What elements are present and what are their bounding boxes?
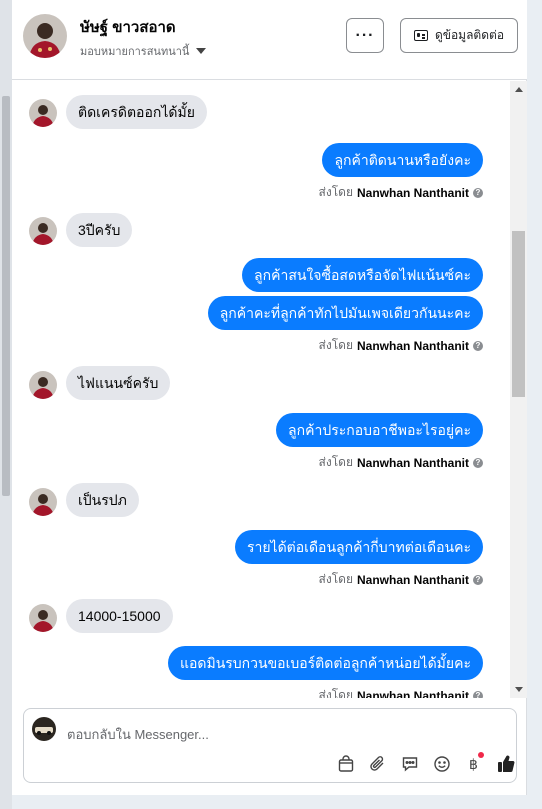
- paperclip-icon[interactable]: [366, 752, 390, 776]
- sent-by-prefix: ส่งโดย: [318, 338, 353, 352]
- contact-avatar-small[interactable]: [29, 371, 57, 399]
- outgoing-message-bubble[interactable]: ลูกค้าคะที่ลูกค้าทักไปมันเพจเดียวกันนะคะ: [207, 296, 483, 330]
- incoming-message-bubble[interactable]: ติดเครดิตออกได้มั้ย: [66, 95, 207, 129]
- help-icon[interactable]: ?: [473, 457, 483, 468]
- outgoing-message-bubble[interactable]: ลูกค้าสนใจซื้อสดหรือจัดไฟแน้นซ์คะ: [242, 258, 483, 292]
- sent-by-label: ส่งโดย Nanwhan Nanthanit?: [319, 570, 483, 589]
- contact-card-icon: [413, 30, 428, 41]
- sent-by-prefix: ส่งโดย: [318, 185, 353, 199]
- conversation-header: ษัษฐ์ ขาวสอาด มอบหมายการสนทนานี้ ··· ดูข…: [12, 0, 527, 80]
- page-avatar: [32, 717, 56, 741]
- incoming-message-bubble[interactable]: 3ปีครับ: [66, 213, 133, 247]
- sent-by-prefix: ส่งโดย: [318, 688, 353, 698]
- scroll-down-arrow-icon[interactable]: [515, 687, 523, 692]
- like-icon[interactable]: [494, 752, 518, 776]
- reply-input[interactable]: ตอบกลับใน Messenger...: [67, 724, 209, 745]
- outgoing-message-bubble[interactable]: แอดมินรบกวนขอเบอร์ติดต่อลูกค้าหน่อยได้มั…: [167, 646, 483, 680]
- outgoing-message-bubble[interactable]: ลูกค้าติดนานหรือยังคะ: [322, 143, 483, 177]
- assign-conversation-label: มอบหมายการสนทนานี้: [80, 46, 190, 58]
- incoming-message-bubble[interactable]: เป็นรปภ: [66, 483, 139, 517]
- saved-reply-icon[interactable]: [398, 752, 422, 776]
- notification-dot: [478, 752, 484, 758]
- message-thread[interactable]: ติดเครดิตออกได้มั้ย ลูกค้าติดนานหรือยังค…: [12, 81, 527, 698]
- conversation-panel: ษัษฐ์ ขาวสอาด มอบหมายการสนทนานี้ ··· ดูข…: [12, 0, 527, 795]
- sender-name: Nanwhan Nanthanit: [356, 455, 469, 470]
- sent-by-prefix: ส่งโดย: [318, 572, 353, 586]
- contact-avatar-small[interactable]: [29, 99, 57, 127]
- sender-name: Nanwhan Nanthanit: [356, 688, 469, 699]
- emoji-icon[interactable]: [430, 752, 454, 776]
- help-icon[interactable]: ?: [473, 574, 483, 585]
- contact-avatar-small[interactable]: [29, 217, 57, 245]
- sender-name: Nanwhan Nanthanit: [356, 185, 469, 200]
- contact-avatar[interactable]: [23, 14, 67, 58]
- contact-name[interactable]: ษัษฐ์ ขาวสอาด: [80, 15, 176, 39]
- shopping-bag-icon[interactable]: [334, 752, 358, 776]
- left-scrollbar-thumb[interactable]: [2, 96, 10, 496]
- message-composer[interactable]: ตอบกลับใน Messenger... ฿: [23, 708, 517, 783]
- thread-scrollbar[interactable]: [510, 81, 527, 698]
- sent-by-label: ส่งโดย Nanwhan Nanthanit?: [319, 453, 483, 472]
- incoming-message-bubble[interactable]: 14000-15000: [66, 599, 173, 633]
- caret-down-icon: [196, 48, 207, 54]
- help-icon[interactable]: ?: [473, 340, 483, 351]
- left-scrollbar[interactable]: [0, 0, 12, 809]
- view-contact-info-label: ดูข้อมูลติดต่อ: [434, 28, 505, 42]
- help-icon[interactable]: ?: [473, 690, 483, 698]
- outgoing-message-bubble[interactable]: รายได้ต่อเดือนลูกค้ากี่บาทต่อเดือนคะ: [234, 530, 483, 564]
- sent-by-label: ส่งโดย Nanwhan Nanthanit?: [319, 336, 483, 355]
- svg-text:฿: ฿: [469, 757, 478, 773]
- sent-by-prefix: ส่งโดย: [318, 455, 353, 469]
- incoming-message-bubble[interactable]: ไฟแนนซ์ครับ: [66, 366, 171, 400]
- baht-payment-icon[interactable]: ฿: [462, 752, 486, 776]
- more-options-button[interactable]: ···: [346, 18, 384, 53]
- contact-avatar-small[interactable]: [29, 488, 57, 516]
- view-contact-info-button[interactable]: ดูข้อมูลติดต่อ: [400, 18, 518, 53]
- thread-scrollbar-thumb[interactable]: [512, 231, 525, 397]
- scroll-up-arrow-icon[interactable]: [515, 87, 523, 92]
- assign-conversation-dropdown[interactable]: มอบหมายการสนทนานี้: [80, 42, 207, 60]
- sender-name: Nanwhan Nanthanit: [356, 572, 469, 587]
- contact-avatar-small[interactable]: [29, 604, 57, 632]
- outgoing-message-bubble[interactable]: ลูกค้าประกอบอาชีพอะไรอยู่คะ: [276, 413, 483, 447]
- composer-toolbar: ฿: [324, 752, 515, 776]
- sender-name: Nanwhan Nanthanit: [356, 338, 469, 353]
- sent-by-label: ส่งโดย Nanwhan Nanthanit?: [319, 183, 483, 202]
- sent-by-label: ส่งโดย Nanwhan Nanthanit?: [319, 686, 483, 698]
- help-icon[interactable]: ?: [473, 187, 483, 198]
